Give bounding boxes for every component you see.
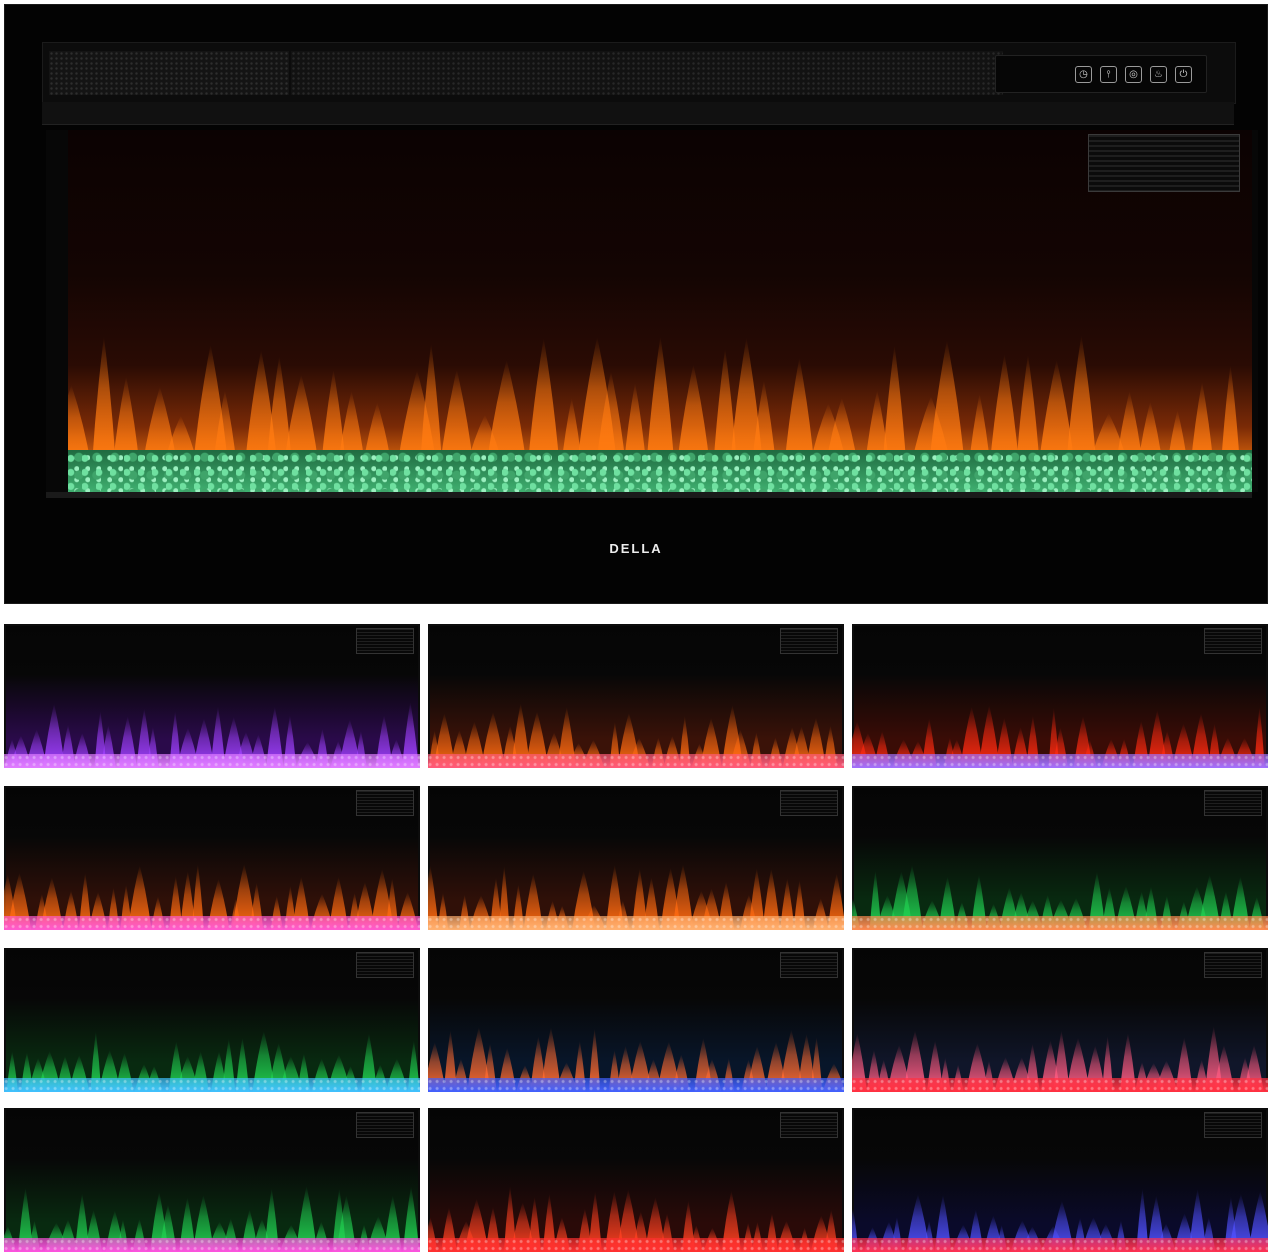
warning-label — [356, 952, 414, 978]
warning-label — [1204, 628, 1262, 654]
color-variant-thumbnail — [428, 624, 844, 768]
vent-mesh-right — [291, 51, 1003, 95]
flame-tongue — [1066, 334, 1097, 466]
flame-icon[interactable]: ♨ — [1150, 66, 1167, 83]
color-variant-thumbnail — [852, 948, 1268, 1092]
control-panel: ◷ ⫯ ◎ ♨ ⏻ — [995, 55, 1207, 93]
crystal-stones — [428, 1238, 844, 1252]
control-buttons: ◷ ⫯ ◎ ♨ ⏻ — [1075, 66, 1192, 83]
color-variant-thumbnail — [852, 786, 1268, 930]
top-trim — [42, 102, 1234, 125]
warning-label — [356, 1112, 414, 1138]
crystal-stones — [4, 1078, 420, 1092]
color-variant-thumbnail — [4, 1108, 420, 1252]
warning-label — [780, 1112, 838, 1138]
flame-window — [46, 130, 1258, 492]
vent-mesh-left — [49, 51, 289, 95]
crystal-stones — [4, 916, 420, 930]
warning-label — [1088, 134, 1240, 192]
crystal-stones — [428, 916, 844, 930]
brand-logo: DELLA — [609, 541, 663, 556]
crystal-stones — [428, 1078, 844, 1092]
flame-tongue — [929, 339, 965, 466]
warning-label — [1204, 952, 1262, 978]
color-variant-thumbnail — [4, 786, 420, 930]
warning-label — [356, 790, 414, 816]
crystal-stones — [852, 916, 1268, 930]
warning-label — [1204, 790, 1262, 816]
crystal-stones — [852, 1078, 1268, 1092]
crystal-stones — [4, 1238, 420, 1252]
warning-label — [356, 628, 414, 654]
color-variant-thumbnail — [852, 624, 1268, 768]
color-variant-thumbnail — [428, 786, 844, 930]
fireplace-main: ◷ ⫯ ◎ ♨ ⏻ DELLA — [4, 4, 1268, 604]
thermometer-icon[interactable]: ⫯ — [1100, 66, 1117, 83]
flame-effect — [68, 334, 1240, 466]
power-icon[interactable]: ⏻ — [1175, 66, 1192, 83]
flame-tongue — [646, 336, 675, 466]
crystal-stones — [852, 754, 1268, 768]
color-variant-thumbnail — [428, 948, 844, 1092]
crystal-stones — [428, 754, 844, 768]
crystal-stones — [68, 450, 1252, 492]
flame-tongue — [527, 337, 560, 466]
warning-label — [780, 628, 838, 654]
crystal-stones — [852, 1238, 1268, 1252]
timer-icon[interactable]: ◷ — [1075, 66, 1092, 83]
flame-tongue — [91, 336, 116, 466]
warning-label — [780, 790, 838, 816]
flame-speed-icon[interactable]: ◎ — [1125, 66, 1142, 83]
bottom-shelf — [46, 492, 1252, 498]
color-variant-thumbnail — [852, 1108, 1268, 1252]
color-variant-thumbnail — [428, 1108, 844, 1252]
flame-tongue — [882, 345, 907, 466]
color-variant-thumbnail — [4, 624, 420, 768]
warning-label — [780, 952, 838, 978]
crystal-stones — [4, 754, 420, 768]
heater-vent: ◷ ⫯ ◎ ♨ ⏻ — [42, 42, 1236, 104]
warning-label — [1204, 1112, 1262, 1138]
color-variant-thumbnail — [4, 948, 420, 1092]
